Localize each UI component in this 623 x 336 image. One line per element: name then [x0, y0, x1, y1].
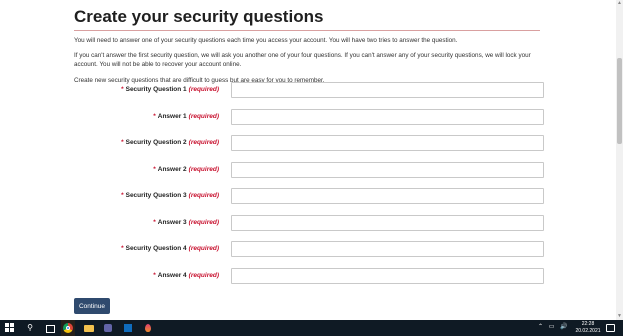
scroll-down-arrow-icon[interactable]: ▼: [616, 313, 623, 320]
form-row-security-question-2: * Security Question 2 (required): [0, 135, 616, 152]
field-label-text: Answer 4: [157, 272, 187, 279]
field-label-text: Security Question 2: [125, 139, 187, 146]
field-label-text: Answer 2: [157, 166, 187, 173]
continue-button[interactable]: Continue: [74, 298, 110, 314]
clock-date: 20.02.2021: [575, 328, 601, 334]
form-row-answer-1: * Answer 1 (required): [0, 109, 616, 126]
field-label: * Security Question 2 (required): [121, 139, 219, 146]
form-row-security-question-3: * Security Question 3 (required): [0, 188, 616, 205]
field-label: * Answer 1 (required): [153, 113, 219, 120]
field-label-text: Security Question 3: [125, 192, 187, 199]
title-divider: [74, 30, 540, 31]
security-question-4-input[interactable]: [231, 241, 544, 257]
required-marker: (required): [188, 139, 219, 146]
file-explorer-icon[interactable]: [83, 322, 95, 334]
field-label: * Answer 4 (required): [153, 272, 219, 279]
task-view-icon[interactable]: [44, 322, 56, 334]
clock-time: 22:28: [581, 321, 595, 327]
required-asterisk: *: [153, 272, 156, 279]
search-icon[interactable]: ⚲: [24, 322, 36, 334]
page-title: Create your security questions: [74, 7, 324, 26]
teams-icon[interactable]: [102, 322, 114, 334]
scrollbar-thumb[interactable]: [617, 58, 622, 144]
security-question-1-input[interactable]: [231, 82, 544, 98]
field-label: * Answer 3 (required): [153, 219, 219, 226]
required-asterisk: *: [153, 113, 156, 120]
required-asterisk: *: [121, 192, 124, 199]
required-marker: (required): [188, 272, 219, 279]
form-row-answer-3: * Answer 3 (required): [0, 215, 616, 232]
field-label: * Security Question 1 (required): [121, 86, 219, 93]
required-asterisk: *: [121, 86, 124, 93]
field-label: * Answer 2 (required): [153, 166, 219, 173]
required-marker: (required): [188, 113, 219, 120]
answer-2-input[interactable]: [231, 162, 544, 178]
required-asterisk: *: [153, 166, 156, 173]
field-label: * Security Question 4 (required): [121, 245, 219, 252]
answer-1-input[interactable]: [231, 109, 544, 125]
security-question-3-input[interactable]: [231, 188, 544, 204]
required-marker: (required): [188, 86, 219, 93]
browser-page: Create your security questions You will …: [0, 0, 616, 320]
form-row-security-question-4: * Security Question 4 (required): [0, 241, 616, 258]
required-marker: (required): [188, 166, 219, 173]
intro-paragraph-1: You will need to answer one of your secu…: [74, 37, 458, 44]
form-row-answer-2: * Answer 2 (required): [0, 162, 616, 179]
windows-start-icon[interactable]: [4, 322, 16, 334]
page-scrollbar[interactable]: ▲ ▼: [616, 0, 623, 320]
required-marker: (required): [188, 192, 219, 199]
required-asterisk: *: [121, 245, 124, 252]
form-row-answer-4: * Answer 4 (required): [0, 268, 616, 285]
security-question-2-input[interactable]: [231, 135, 544, 151]
intro-paragraph-2: If you can't answer the first security q…: [74, 52, 531, 69]
outlook-icon[interactable]: [122, 322, 134, 334]
required-asterisk: *: [121, 139, 124, 146]
field-label-text: Answer 3: [157, 219, 187, 226]
notification-center-icon[interactable]: [606, 324, 615, 332]
answer-4-input[interactable]: [231, 268, 544, 284]
chrome-icon[interactable]: [61, 320, 75, 336]
taskbar-clock[interactable]: 22:28 20.02.2021: [575, 321, 601, 335]
page-content: Create your security questions You will …: [74, 6, 544, 91]
app-drop-icon[interactable]: [142, 322, 154, 334]
required-marker: (required): [188, 245, 219, 252]
scroll-up-arrow-icon[interactable]: ▲: [616, 0, 623, 7]
required-marker: (required): [188, 219, 219, 226]
system-tray-icons[interactable]: ⌃ ▭ 🔊: [538, 323, 570, 330]
field-label-text: Security Question 1: [125, 86, 187, 93]
windows-taskbar: ⚲ ⌃ ▭ 🔊 22:28 20.02.2021: [0, 320, 623, 336]
field-label-text: Security Question 4: [125, 245, 187, 252]
required-asterisk: *: [153, 219, 156, 226]
field-label: * Security Question 3 (required): [121, 192, 219, 199]
form-row-security-question-1: * Security Question 1 (required): [0, 82, 616, 99]
answer-3-input[interactable]: [231, 215, 544, 231]
field-label-text: Answer 1: [157, 113, 187, 120]
